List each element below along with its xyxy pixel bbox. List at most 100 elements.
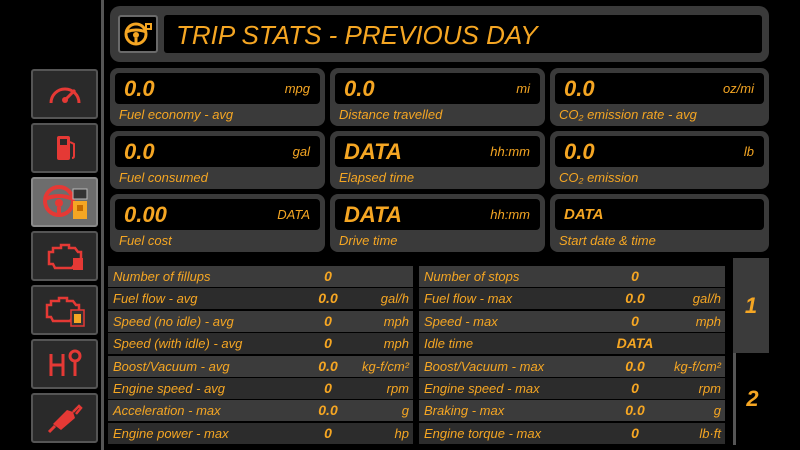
row-value: 0	[324, 380, 332, 396]
row-label: Idle time	[424, 336, 474, 351]
row-value: 0	[324, 313, 332, 329]
stat-value: 0.0	[564, 76, 595, 101]
row-unit: mph	[383, 314, 409, 329]
stat-tile-fuel-cost: 0.00 DATA Fuel cost	[110, 194, 325, 252]
row-unit: kg-f/cm²	[362, 359, 409, 374]
row-value: 0	[324, 425, 332, 441]
stat-tile-box: 0.0 mpg	[115, 73, 320, 104]
stat-unit: oz/mi	[722, 81, 754, 96]
engine-fuel-icon	[45, 296, 85, 327]
table-row: Engine speed - avg 0 rpm	[108, 378, 413, 399]
stat-tile-fuel-consumed: 0.0 gal Fuel consumed	[110, 131, 325, 189]
nav-button-fuel[interactable]	[31, 123, 98, 173]
stat-label: Elapsed time	[339, 170, 415, 185]
row-value: 0.0	[625, 290, 645, 306]
page-tab-label: 2	[746, 386, 759, 411]
row-value: 0.0	[318, 358, 338, 374]
stat-tile-box: DATA hh:mm	[335, 199, 540, 230]
table-row: Speed (no idle) - avg 0 mph	[108, 311, 413, 332]
row-unit: hp	[394, 426, 409, 441]
row-label: Speed (no idle) - avg	[113, 314, 234, 329]
gear-shift-icon	[49, 349, 81, 376]
table-row: Engine speed - max 0 rpm	[419, 378, 725, 399]
stat-label: Drive time	[339, 233, 398, 248]
row-value: 0.0	[318, 290, 338, 306]
engine-icon	[47, 243, 83, 270]
table-row: Speed - max 0 mph	[419, 311, 725, 332]
stat-label: Fuel consumed	[119, 170, 208, 185]
stat-tile-box: 0.00 DATA	[115, 199, 320, 230]
page-tab-2[interactable]: 2	[733, 353, 769, 445]
stat-unit: lb	[743, 144, 754, 159]
stat-unit: mi	[516, 81, 530, 96]
stat-value: 0.0	[564, 139, 595, 164]
row-label: Engine power - max	[113, 426, 229, 441]
row-value: 0	[631, 268, 639, 284]
nav-button-refuel[interactable]	[31, 393, 98, 443]
steering-wheel-fuel-icon	[42, 185, 87, 219]
stat-tile-box: DATA hh:mm	[335, 136, 540, 167]
stat-unit: mpg	[284, 81, 310, 96]
table-row: Number of stops 0	[419, 266, 725, 287]
fuel-pump-icon	[56, 136, 75, 160]
stat-value: 0.00	[124, 202, 167, 227]
row-value: 0	[631, 313, 639, 329]
row-label: Boost/Vacuum - avg	[113, 359, 230, 374]
table-row: Boost/Vacuum - max 0.0 kg-f/cm²	[419, 356, 725, 377]
stat-tile-co2-rate: 0.0 oz/mi CO₂ emission rate - avg	[550, 68, 769, 126]
table-row: Number of fillups 0	[108, 266, 413, 287]
stat-value: DATA	[564, 206, 604, 223]
row-value: 0.0	[625, 358, 645, 374]
stat-value: DATA	[344, 202, 402, 227]
stat-tile-box: 0.0 gal	[115, 136, 320, 167]
page-tab-1[interactable]: 1	[733, 258, 769, 353]
row-unit: gal/h	[380, 291, 409, 306]
stat-tile-drive-time: DATA hh:mm Drive time	[330, 194, 545, 252]
row-label: Acceleration - max	[113, 403, 221, 418]
stat-value: 0.0	[124, 139, 155, 164]
fuel-nozzle-icon	[47, 404, 83, 434]
row-label: Speed - max	[424, 314, 498, 329]
nav-button-trip-stats[interactable]	[31, 177, 98, 227]
row-unit: mph	[383, 336, 409, 351]
table-row: Idle time DATA	[419, 333, 725, 354]
nav-button-gauges[interactable]	[31, 69, 98, 119]
row-unit: rpm	[698, 381, 721, 396]
stat-tile-fuel-economy: 0.0 mpg Fuel economy - avg	[110, 68, 325, 126]
page-title: TRIP STATS - PREVIOUS DAY	[176, 20, 538, 50]
stat-unit: DATA	[277, 207, 310, 222]
row-label: Engine speed - max	[424, 381, 540, 396]
row-value: 0	[631, 425, 639, 441]
gauge-icon	[49, 87, 80, 104]
stat-tile-co2-emission: 0.0 lb CO₂ emission	[550, 131, 769, 189]
stat-label: Distance travelled	[339, 107, 443, 122]
stat-tile-box: 0.0 oz/mi	[555, 73, 764, 104]
header-title-box: TRIP STATS - PREVIOUS DAY	[164, 15, 762, 53]
row-unit: g	[713, 403, 721, 418]
row-value: 0	[631, 380, 639, 396]
stat-value: 0.0	[124, 76, 155, 101]
table-row: Braking - max 0.0 g	[419, 400, 725, 421]
table-row: Engine torque - max 0 lb·ft	[419, 423, 725, 444]
header-bar: TRIP STATS - PREVIOUS DAY	[110, 6, 769, 62]
stat-unit: gal	[292, 144, 310, 159]
stat-tile-box: DATA	[555, 199, 764, 230]
stat-unit: hh:mm	[490, 207, 530, 222]
nav-button-engine[interactable]	[31, 231, 98, 281]
page-tab-label: 1	[744, 292, 758, 318]
stat-label: CO₂ emission rate - avg	[559, 107, 697, 122]
stat-unit: hh:mm	[490, 144, 530, 159]
row-value: 0.0	[318, 402, 338, 418]
stat-tile-box: 0.0 mi	[335, 73, 540, 104]
nav-button-engine-fuel[interactable]	[31, 285, 98, 335]
stat-value: 0.0	[344, 76, 375, 101]
row-label: Braking - max	[424, 403, 505, 418]
row-value: 0.0	[625, 402, 645, 418]
stat-label: Fuel economy - avg	[119, 107, 234, 122]
header-icon-box	[118, 15, 158, 53]
stat-label: Fuel cost	[119, 233, 172, 248]
stat-tile-box: 0.0 lb	[555, 136, 764, 167]
nav-button-gear-shift[interactable]	[31, 339, 98, 389]
row-value: 0	[324, 335, 332, 351]
row-label: Engine speed - avg	[113, 381, 226, 396]
